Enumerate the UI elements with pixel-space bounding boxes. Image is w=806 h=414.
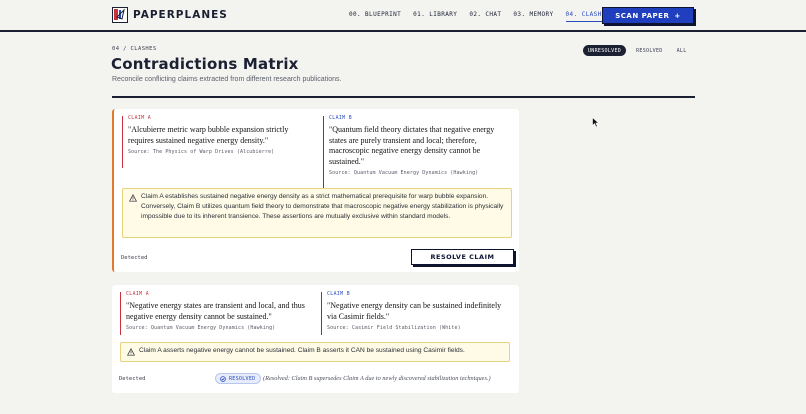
claim-b-panel: CLAIM B "Quantum field theory dictates t…	[323, 116, 511, 189]
breadcrumb: 04 / CLASHES	[112, 46, 157, 52]
conflict-explanation: Claim A establishes sustained negative e…	[122, 188, 512, 238]
claim-a-text: "Alcubierre metric warp bubble expansion…	[128, 125, 289, 145]
filter-all[interactable]: ALL	[673, 46, 691, 56]
top-nav-bar: PAPERPLANES 00. BLUEPRINT 01. LIBRARY 02…	[0, 0, 806, 32]
title-divider	[112, 96, 695, 98]
check-circle-icon	[220, 375, 226, 382]
claim-b-text: "Quantum field theory dictates that nega…	[329, 125, 495, 166]
nav-tab-library[interactable]: 01. LIBRARY	[413, 11, 457, 22]
resolution-note: (Resolved: Claim B supersedes Claim A du…	[263, 375, 491, 382]
app-name: PAPERPLANES	[133, 9, 228, 21]
claim-b-panel: CLAIM B "Negative energy density can be …	[321, 292, 509, 335]
clash-card: CLAIM A "Alcubierre metric warp bubble e…	[112, 109, 519, 272]
page-subtitle: Reconcile conflicting claims extracted f…	[112, 76, 342, 83]
resolved-badge: RESOLVED	[215, 373, 262, 384]
claim-a-panel: CLAIM A "Negative energy states are tran…	[120, 292, 308, 335]
conflict-explanation: Claim A asserts negative energy cannot b…	[120, 342, 510, 362]
paper-plane-logo-icon	[112, 7, 128, 23]
filter-unresolved[interactable]: UNRESOLVED	[583, 45, 627, 56]
claim-b-tag: CLAIM B	[327, 292, 351, 297]
scan-paper-button[interactable]: SCAN PAPER +	[602, 7, 694, 24]
status-filter: UNRESOLVED RESOLVED ALL	[583, 45, 691, 56]
claim-b-source: Source: Casimir Field Stabilization (Whi…	[327, 325, 461, 331]
claim-b-text: "Negative energy density can be sustaine…	[327, 301, 502, 321]
claim-a-text: "Negative energy states are transient an…	[126, 301, 305, 321]
nav-tab-memory[interactable]: 03. MEMORY	[513, 11, 553, 22]
scan-paper-label: SCAN PAPER	[615, 11, 670, 20]
filter-resolved[interactable]: RESOLVED	[632, 46, 666, 56]
status-text: Detected	[119, 376, 146, 382]
main-nav: 00. BLUEPRINT 01. LIBRARY 02. CHAT 03. M…	[349, 11, 622, 22]
nav-tab-blueprint[interactable]: 00. BLUEPRINT	[349, 11, 401, 22]
mouse-pointer-icon	[592, 117, 600, 128]
warning-triangle-icon	[129, 194, 137, 202]
conflict-text: Claim A asserts negative energy cannot b…	[139, 347, 465, 354]
claim-a-source: Source: The Physics of Warp Drives (Alcu…	[128, 149, 275, 155]
claim-a-source: Source: Quantum Vacuum Energy Dynamics (…	[126, 325, 276, 331]
nav-tab-chat[interactable]: 02. CHAT	[469, 11, 501, 22]
claim-a-tag: CLAIM A	[128, 116, 152, 121]
resolved-badge-label: RESOLVED	[229, 375, 256, 382]
conflict-text: Claim A establishes sustained negative e…	[141, 193, 504, 220]
page-title: Contradictions Matrix	[111, 55, 299, 73]
plus-icon: +	[674, 11, 681, 20]
app-logo[interactable]: PAPERPLANES	[112, 7, 228, 23]
status-text: Detected	[121, 255, 148, 261]
claim-a-tag: CLAIM A	[126, 292, 150, 297]
claim-b-tag: CLAIM B	[329, 116, 353, 121]
claim-a-panel: CLAIM A "Alcubierre metric warp bubble e…	[122, 116, 310, 168]
resolve-claim-button[interactable]: RESOLVE CLAIM	[411, 249, 514, 265]
clash-card: CLAIM A "Negative energy states are tran…	[112, 285, 519, 393]
claim-b-source: Source: Quantum Vacuum Energy Dynamics (…	[329, 170, 479, 176]
warning-triangle-icon	[127, 348, 135, 356]
